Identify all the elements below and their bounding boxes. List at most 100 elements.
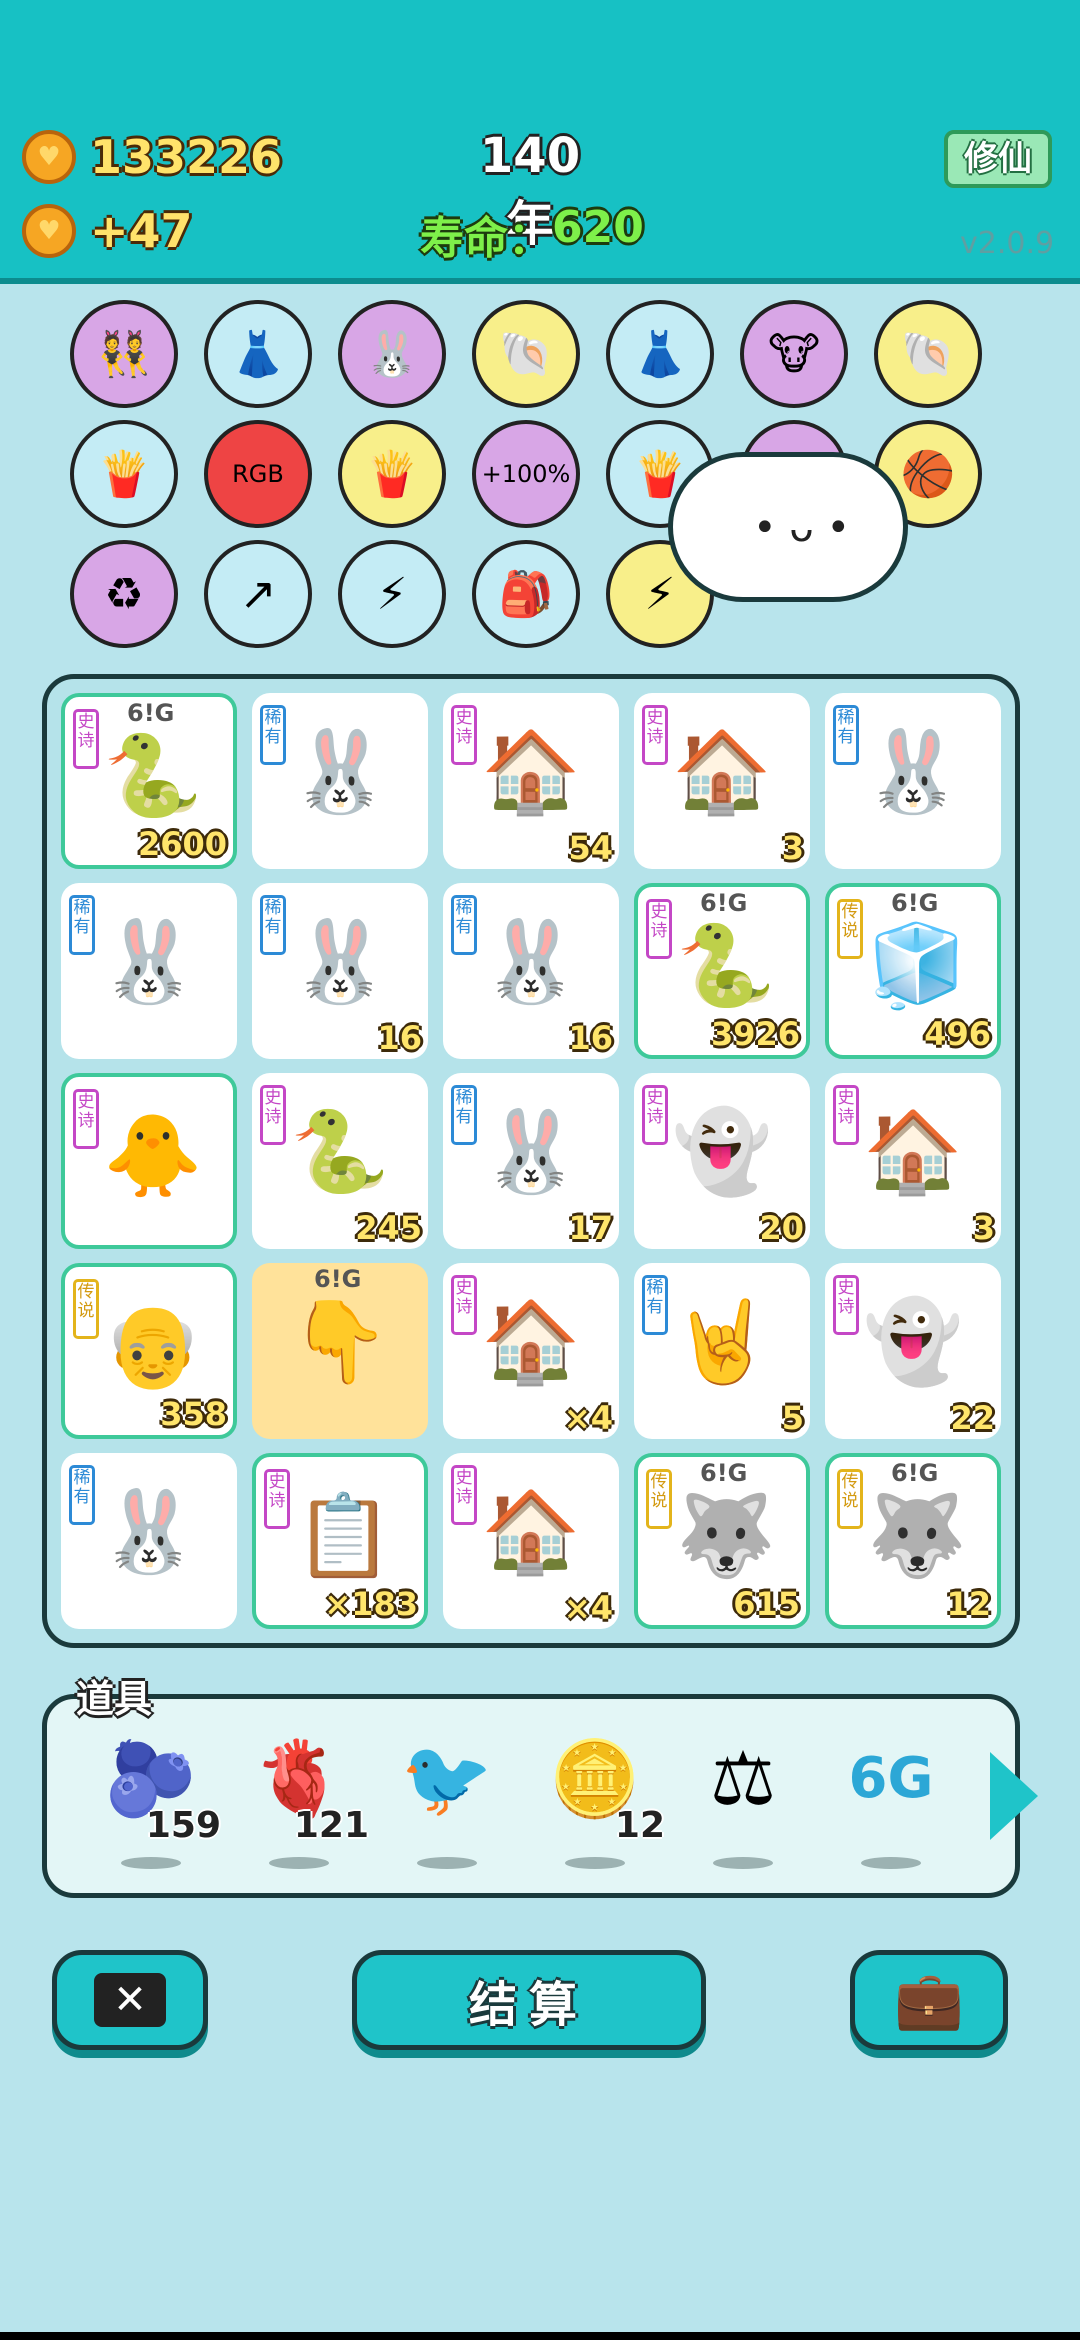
liver-tool[interactable]: 🫀 121 [239, 1729, 369, 1869]
item-count: 5 [781, 1399, 804, 1437]
skirt-upgrade-icon[interactable]: 👗 [204, 300, 312, 408]
item-icon: 🐍 [676, 919, 776, 1012]
sack-upgrade-icon[interactable]: 🎒 [472, 540, 580, 648]
income-counter: ♥ +47 [22, 204, 193, 258]
board-cell[interactable]: 稀有 🐰 [61, 1453, 237, 1629]
board-cell[interactable]: 史诗 6!G 🐍 3926 [634, 883, 810, 1059]
frame-icon: ⚖ [709, 1736, 777, 1822]
tool-shadow [713, 1857, 773, 1869]
board-cell[interactable]: 传说 6!G 🐺 12 [825, 1453, 1001, 1629]
item-count: 245 [355, 1209, 422, 1247]
cow-card-upgrade-icon[interactable]: 🐮 [740, 300, 848, 408]
close-button[interactable]: ✕ [52, 1950, 208, 2050]
item-icon: 🐰 [481, 1105, 581, 1198]
board-cell[interactable]: 史诗 🏠 3 [634, 693, 810, 869]
skirt-upgrade-icon[interactable]: 👗 [606, 300, 714, 408]
coin-amount: 133226 [90, 130, 283, 184]
item-icon: 🐍 [103, 729, 203, 822]
board-cell[interactable]: 稀有 🤘 5 [634, 1263, 810, 1439]
board-cell[interactable]: 传说 6!G 🐺 615 [634, 1453, 810, 1629]
6g-tool[interactable]: 6G [831, 1729, 951, 1869]
item-icon: 🐰 [290, 725, 390, 818]
board-cell[interactable]: 史诗 👻 20 [634, 1073, 810, 1249]
frame-tool[interactable]: ⚖ [683, 1729, 803, 1869]
board-cell[interactable]: 史诗 🏠 ×4 [443, 1453, 619, 1629]
item-count: 3 [781, 829, 804, 867]
nav-bar [0, 2332, 1080, 2340]
top-bar: ♥ 133226 ♥ +47 140年 寿命： 620 修仙 v2.0.9 [0, 0, 1080, 284]
board-cell[interactable]: 史诗 6!G 🐍 2600 [61, 693, 237, 869]
cultivate-button[interactable]: 修仙 [944, 130, 1052, 188]
fries-upgrade-icon[interactable]: 🍟 [70, 420, 178, 528]
coin-tool[interactable]: 🪙 12 [535, 1729, 665, 1869]
tool-shadow [121, 1857, 181, 1869]
bucket-upgrade-icon[interactable]: +100% [472, 420, 580, 528]
tool-shadow [269, 1857, 329, 1869]
item-icon: 👻 [672, 1105, 772, 1198]
board-cell[interactable]: 稀有 🐰 [825, 693, 1001, 869]
rgb-upgrade-icon[interactable]: RGB [204, 420, 312, 528]
coin-counter: ♥ 133226 [22, 130, 282, 184]
board-cell[interactable]: 史诗 🏠 ×4 [443, 1263, 619, 1439]
bird-tool[interactable]: 🐦 [387, 1729, 507, 1869]
next-arrow-icon[interactable] [990, 1752, 1038, 1840]
item-count: 615 [733, 1585, 800, 1623]
item-icon: 👻 [863, 1295, 963, 1388]
cloud-face-icon: • ᴗ • [753, 505, 851, 551]
shell-upgrade-icon[interactable]: 🐚 [472, 300, 580, 408]
tools-panel: 🫐 159 🫀 121 🐦 🪙 12 ⚖ 6G [42, 1694, 1020, 1898]
briefcase-icon: 💼 [894, 1968, 964, 2033]
board-cell[interactable]: 稀有 🐰 [61, 883, 237, 1059]
item-icon: 🐍 [290, 1105, 390, 1198]
board-cell[interactable]: 稀有 🐰 16 [252, 883, 428, 1059]
board-cell[interactable]: 稀有 🐰 17 [443, 1073, 619, 1249]
board-cell[interactable]: 史诗 📋 ×183 [252, 1453, 428, 1629]
twins-upgrade-icon[interactable]: 👯 [70, 300, 178, 408]
item-icon: 🏠 [481, 1295, 581, 1388]
item-count: 22 [950, 1399, 995, 1437]
tool-count: 121 [293, 1805, 369, 1846]
board-cell[interactable]: 史诗 🏠 3 [825, 1073, 1001, 1249]
item-count: ×183 [324, 1585, 418, 1623]
item-icon: 🐺 [676, 1489, 776, 1582]
close-icon: ✕ [94, 1973, 166, 2027]
item-count: 12 [946, 1585, 991, 1623]
item-icon: 🐰 [290, 915, 390, 1008]
cloud-mascot: • ᴗ • [668, 452, 908, 602]
item-count: 16 [568, 1019, 613, 1057]
item-count: 496 [924, 1015, 991, 1053]
item-icon: 🐰 [99, 915, 199, 1008]
bag-button[interactable]: 💼 [850, 1950, 1008, 2050]
tools-title: 道具 [76, 1677, 153, 1721]
item-icon: 🧊 [867, 919, 967, 1012]
board-cell[interactable]: 6!G 👇 [252, 1263, 428, 1439]
board-cell[interactable]: 传说 6!G 🧊 496 [825, 883, 1001, 1059]
board-cell[interactable]: 稀有 🐰 16 [443, 883, 619, 1059]
item-count: ×4 [563, 1589, 613, 1627]
shell-upgrade-icon[interactable]: 🐚 [874, 300, 982, 408]
board-cell[interactable]: 史诗 👻 22 [825, 1263, 1001, 1439]
arrow-box-upgrade-icon[interactable]: ↗ [204, 540, 312, 648]
blueberry-tool[interactable]: 🫐 159 [91, 1729, 221, 1869]
board-cell[interactable]: 史诗 🐍 245 [252, 1073, 428, 1249]
lifespan-label: 寿命： [420, 213, 552, 264]
recycle-upgrade-icon[interactable]: ♻ [70, 540, 178, 648]
tool-count: 12 [614, 1805, 665, 1846]
lifespan-value: 620 [552, 202, 644, 253]
board-cell[interactable]: 稀有 🐰 [252, 693, 428, 869]
item-icon: 🤘 [672, 1295, 772, 1388]
item-count: 54 [568, 829, 613, 867]
rabbit-upgrade-icon[interactable]: 🐰 [338, 300, 446, 408]
item-count: 3926 [710, 1015, 800, 1053]
item-icon: 🏠 [863, 1105, 963, 1198]
board-cell[interactable]: 史诗 🐥 [61, 1073, 237, 1249]
item-icon: 📋 [294, 1489, 394, 1582]
fries-upgrade-icon[interactable]: 🍟 [338, 420, 446, 528]
board-cell[interactable]: 传说 👴 358 [61, 1263, 237, 1439]
item-icon: 🏠 [481, 725, 581, 818]
lightning-plant-upgrade-icon[interactable]: ⚡ [338, 540, 446, 648]
item-count: 2600 [137, 825, 227, 863]
board-cell[interactable]: 史诗 🏠 54 [443, 693, 619, 869]
settle-button[interactable]: 结算 [352, 1950, 706, 2050]
tool-count: 159 [145, 1805, 221, 1846]
